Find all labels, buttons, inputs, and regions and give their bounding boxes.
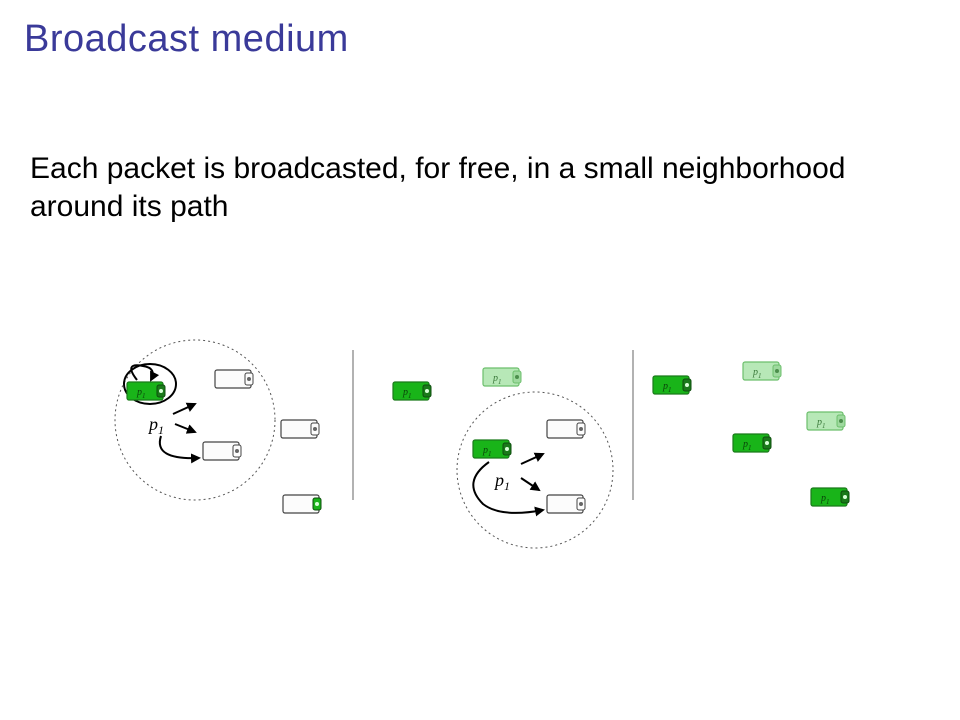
panel-1: p1 <box>115 340 321 513</box>
prev-source-node <box>393 382 431 400</box>
packet-label: p1 <box>147 414 164 437</box>
neighbor-node <box>547 420 585 438</box>
slide-title: Broadcast medium <box>24 18 349 61</box>
received-node <box>733 434 771 452</box>
outside-node <box>281 420 319 438</box>
received-node <box>807 412 845 430</box>
broadcast-arrow-icon <box>521 454 543 464</box>
slide: Broadcast medium Each packet is broadcas… <box>0 0 960 720</box>
panel-2: p1 <box>393 368 613 548</box>
source-node <box>473 440 511 458</box>
received-node <box>653 376 691 394</box>
source-node <box>127 382 165 400</box>
neighbor-node <box>203 442 241 460</box>
panel-3 <box>653 362 849 506</box>
packet-label: p1 <box>493 470 510 493</box>
received-node <box>811 488 849 506</box>
received-node <box>483 368 521 386</box>
broadcast-range-icon <box>115 340 275 500</box>
broadcast-arrow-icon <box>175 424 195 432</box>
outside-node <box>283 495 321 513</box>
received-node <box>743 362 781 380</box>
neighbor-node <box>215 370 253 388</box>
slide-body-text: Each packet is broadcasted, for free, in… <box>30 150 920 225</box>
neighbor-node <box>547 495 585 513</box>
broadcast-arrow-icon <box>173 404 195 414</box>
broadcast-arrow-icon <box>160 436 199 458</box>
broadcast-diagram: p1 p1 <box>95 340 865 570</box>
